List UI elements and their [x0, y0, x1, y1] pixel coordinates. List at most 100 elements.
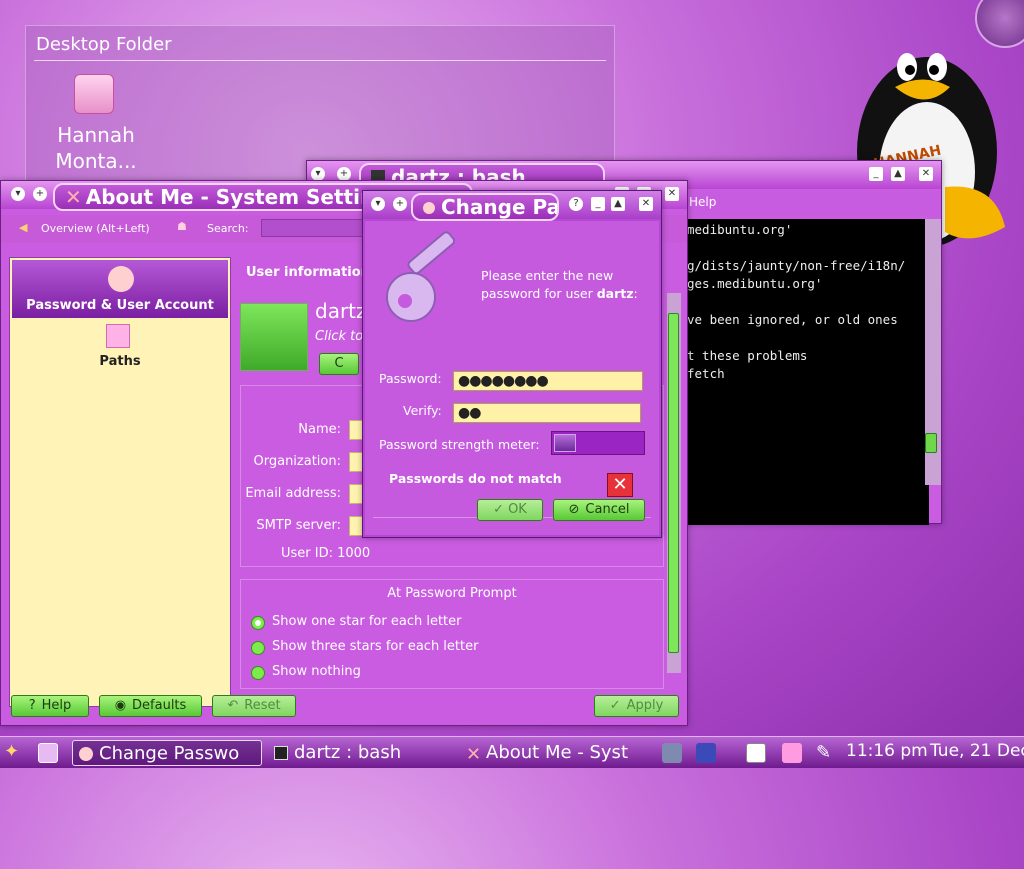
sidebar-item-password-account[interactable]: Password & User Account — [12, 260, 228, 318]
sticky-icon[interactable]: + — [33, 187, 47, 201]
radio-show-nothing[interactable] — [251, 666, 265, 680]
username-display: dartz — [315, 299, 367, 323]
password-prompt-group: At Password Prompt Show one star for eac… — [240, 579, 664, 689]
desktop-icon-label-line1: Hannah — [57, 123, 135, 147]
change-password-titlebar[interactable]: ▾ + Change Pa ? _ ▲ ✕ — [363, 191, 661, 221]
user-avatar[interactable] — [240, 303, 308, 371]
maximize-icon[interactable]: ▲ — [891, 167, 905, 181]
panel-scrollbar-thumb[interactable] — [668, 313, 679, 653]
terminal-icon — [274, 746, 288, 760]
verify-label: Verify: — [403, 403, 442, 418]
user-icon — [79, 747, 93, 761]
section-heading: User information — [246, 265, 370, 280]
email-label: Email address: — [245, 486, 341, 501]
terminal-line: fetch — [687, 366, 725, 381]
task-label: Change Passwo — [99, 743, 240, 764]
help-button[interactable]: ? Help — [11, 695, 89, 717]
mismatch-message: Passwords do not match — [389, 471, 562, 486]
radio-three-stars[interactable] — [251, 641, 265, 655]
window-menu-icon[interactable]: ▾ — [371, 197, 385, 211]
task-label: dartz : bash — [294, 742, 402, 763]
radio-label[interactable]: Show nothing — [272, 664, 361, 679]
display-icon[interactable] — [696, 743, 716, 763]
settings-tools-icon: ✕ — [65, 185, 82, 209]
instructions-line-1: Please enter the new — [481, 268, 614, 283]
minimize-icon[interactable]: _ — [869, 167, 883, 181]
window-menu-icon[interactable]: ▾ — [11, 187, 25, 201]
radio-label[interactable]: Show one star for each letter — [272, 614, 461, 629]
hannah-montana-file-icon[interactable] — [74, 74, 114, 114]
cancel-icon: ⊘ — [568, 502, 580, 517]
verify-field[interactable]: ●● — [453, 403, 641, 423]
overview-button[interactable]: Overview (Alt+Left) — [41, 222, 150, 235]
about-me-title-text: About Me - System Settings — [85, 185, 401, 209]
terminal-menu-help[interactable]: Help — [689, 195, 716, 209]
radio-one-star[interactable] — [251, 616, 265, 630]
terminal-line: ges.medibuntu.org' — [687, 276, 823, 291]
search-people-icon: ☗ — [177, 220, 187, 233]
user-id-text: User ID: 1000 — [281, 546, 371, 561]
instructions-line-2: password for user dartz: — [481, 286, 638, 301]
taskbar: ✦ Change Passwo dartz : bash ✕ About Me … — [0, 736, 1024, 768]
plug-icon[interactable]: ✎ — [816, 742, 831, 763]
password-strength-meter — [551, 431, 645, 455]
desktop-icon-label[interactable]: Hannah Monta... — [46, 122, 146, 174]
network-icon[interactable] — [662, 743, 682, 763]
minimize-icon[interactable]: _ — [591, 197, 605, 211]
sticky-icon[interactable]: + — [393, 197, 407, 211]
change-password-button[interactable]: C — [319, 353, 359, 375]
desktop-folder-divider — [34, 60, 606, 61]
back-arrow-icon[interactable]: ◀ — [19, 221, 27, 234]
close-icon[interactable]: ✕ — [639, 197, 653, 211]
click-hint: Click to — [315, 329, 364, 344]
strength-meter-label: Password strength meter: — [379, 437, 540, 452]
name-label: Name: — [298, 422, 341, 437]
defaults-button[interactable]: ◉ Defaults — [99, 695, 202, 717]
close-icon[interactable]: ✕ — [665, 187, 679, 201]
sidebar-item-label: Password & User Account — [26, 298, 214, 313]
terminal-line: g/dists/jaunty/non-free/i18n/ — [687, 258, 906, 273]
task-terminal[interactable]: dartz : bash — [268, 740, 454, 766]
desktop-folder-icon[interactable] — [38, 743, 58, 763]
apply-button[interactable]: ✓ Apply — [594, 695, 679, 717]
clock-time[interactable]: 11:16 pm — [846, 741, 928, 761]
close-icon[interactable]: ✕ — [919, 167, 933, 181]
search-label: Search: — [207, 222, 249, 235]
clock-date[interactable]: Tue, 21 Dec — [930, 741, 1024, 761]
panel-scrollbar[interactable] — [667, 293, 681, 673]
terminal-line: medibuntu.org' — [687, 222, 793, 237]
sidebar-item-label: Paths — [99, 354, 141, 369]
password-field[interactable]: ●●●●●●●● — [453, 371, 643, 391]
smtp-label: SMTP server: — [256, 518, 341, 533]
password-prompt-title: At Password Prompt — [387, 586, 517, 601]
sidebar-item-paths[interactable]: Paths — [10, 322, 230, 372]
ok-button[interactable]: ✓ OK — [477, 499, 543, 521]
change-password-content: Please enter the new password for user d… — [365, 221, 659, 535]
whats-this-icon[interactable]: ? — [569, 197, 583, 211]
error-icon: ✕ — [607, 473, 633, 497]
change-password-dialog[interactable]: ▾ + Change Pa ? _ ▲ ✕ Please enter the n… — [362, 190, 662, 538]
reset-button[interactable]: ↶ Reset — [212, 695, 296, 717]
cancel-button[interactable]: ⊘ Cancel — [553, 499, 645, 521]
change-password-title: Change Pa — [411, 193, 559, 221]
terminal-line: ve been ignored, or old ones — [687, 312, 898, 327]
window-menu-icon[interactable]: ▾ — [311, 167, 325, 181]
apply-icon: ✓ — [609, 698, 621, 713]
clipboard-icon[interactable] — [746, 743, 766, 763]
terminal-output[interactable]: medibuntu.org' g/dists/jaunty/non-free/i… — [683, 219, 929, 525]
task-change-password[interactable]: Change Passwo — [72, 740, 262, 766]
maximize-icon[interactable]: ▲ — [611, 197, 625, 211]
notes-icon[interactable] — [782, 743, 802, 763]
user-account-icon — [108, 266, 134, 292]
radio-label[interactable]: Show three stars for each letter — [272, 639, 478, 654]
key-icon — [386, 231, 456, 322]
sticky-icon[interactable]: + — [337, 167, 351, 181]
start-menu-icon[interactable]: ✦ — [4, 741, 30, 765]
search-input[interactable] — [261, 219, 371, 237]
terminal-scrollbar-thumb[interactable] — [925, 433, 937, 453]
paths-folder-icon — [106, 324, 130, 348]
task-about-me[interactable]: ✕ About Me - Syst — [460, 740, 646, 766]
